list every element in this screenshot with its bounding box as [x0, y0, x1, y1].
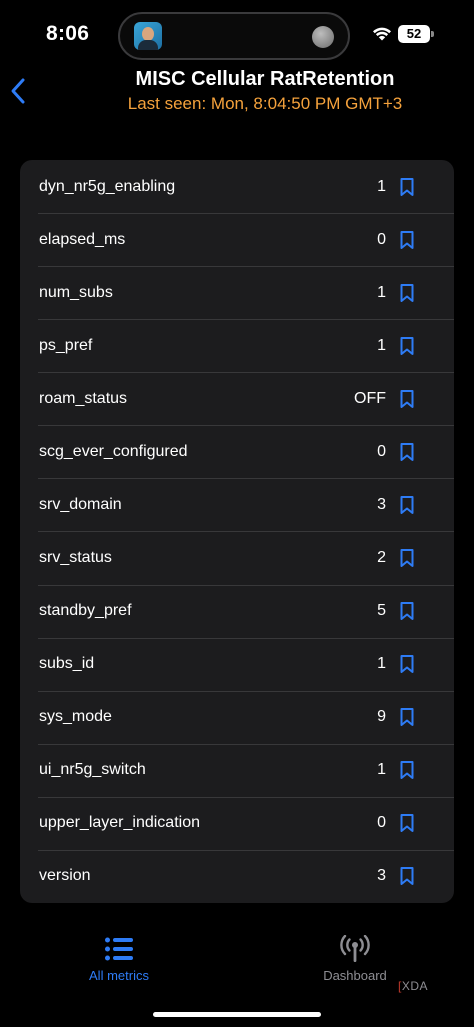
list-item[interactable]: roam_status OFF [20, 372, 454, 425]
homepod-icon [312, 26, 334, 48]
list-item[interactable]: ps_pref 1 [20, 319, 454, 372]
list-item[interactable]: srv_status 2 [20, 531, 454, 584]
bookmark-icon[interactable] [400, 389, 414, 408]
metric-value: 1 [377, 761, 386, 779]
battery-icon: 52 [398, 25, 430, 43]
metric-label: dyn_nr5g_enabling [39, 177, 176, 195]
metric-value: 1 [377, 177, 386, 195]
metric-value: 1 [377, 336, 386, 354]
list-item[interactable]: subs_id 1 [20, 637, 454, 691]
list-item[interactable]: dyn_nr5g_enabling 1 [20, 160, 454, 213]
list-item[interactable]: upper_layer_indication 0 [20, 796, 454, 850]
wifi-icon [373, 27, 391, 41]
bookmark-icon[interactable] [400, 708, 414, 727]
bookmark-icon[interactable] [400, 283, 414, 302]
metric-value: 3 [377, 867, 386, 885]
metric-value: 9 [377, 708, 386, 726]
metric-value: 0 [377, 814, 386, 832]
metric-value: 0 [377, 442, 386, 460]
bookmark-icon[interactable] [400, 177, 414, 196]
metric-value: 0 [377, 230, 386, 248]
xda-watermark: [XDA [398, 979, 428, 993]
tab-all-metrics[interactable]: All metrics [49, 935, 189, 983]
metric-value: 1 [377, 283, 386, 301]
metric-label: elapsed_ms [39, 230, 126, 248]
avatar [134, 22, 162, 50]
bookmark-icon[interactable] [400, 548, 414, 567]
list-item[interactable]: standby_pref 5 [20, 584, 454, 638]
metric-value: OFF [354, 389, 386, 407]
metric-label: num_subs [39, 283, 113, 301]
metric-label: subs_id [39, 655, 95, 673]
list-item[interactable]: num_subs 1 [20, 266, 454, 319]
antenna-icon [340, 935, 370, 962]
metric-label: scg_ever_configured [39, 442, 188, 460]
metric-label: version [39, 867, 91, 885]
dynamic-island[interactable] [118, 12, 350, 60]
last-seen-subtitle: Last seen: Mon, 8:04:50 PM GMT+3 [127, 94, 403, 113]
bookmark-icon[interactable] [400, 867, 414, 886]
tab-all-metrics-label: All metrics [89, 968, 149, 983]
metric-label: srv_status [39, 548, 112, 566]
bookmark-icon[interactable] [400, 761, 414, 780]
metric-label: standby_pref [39, 602, 132, 620]
metric-label: sys_mode [39, 708, 112, 726]
status-time: 8:06 [46, 22, 90, 45]
metric-label: ui_nr5g_switch [39, 761, 146, 779]
bookmark-icon[interactable] [400, 442, 414, 461]
list-item[interactable]: srv_domain 3 [20, 478, 454, 531]
watermark-text: XDA [401, 979, 429, 993]
page-title: MISC Cellular RatRetention [135, 68, 395, 90]
bookmark-icon[interactable] [400, 230, 414, 249]
list-item[interactable]: elapsed_ms 0 [20, 213, 454, 266]
metric-label: upper_layer_indication [39, 814, 200, 832]
bookmark-icon[interactable] [400, 336, 414, 355]
metrics-list: dyn_nr5g_enabling 1 elapsed_ms 0 num_sub… [20, 160, 454, 903]
metric-value: 5 [377, 602, 386, 620]
home-indicator[interactable] [153, 1012, 321, 1017]
list-item[interactable]: sys_mode 9 [20, 690, 454, 744]
metric-label: ps_pref [39, 336, 93, 354]
tab-dashboard[interactable]: Dashboard [285, 935, 425, 983]
metric-value: 2 [377, 548, 386, 566]
metric-value: 3 [377, 495, 386, 513]
bookmark-icon[interactable] [400, 814, 414, 833]
bookmark-icon[interactable] [400, 495, 414, 514]
metric-label: srv_domain [39, 495, 122, 513]
chevron-left-icon[interactable] [8, 74, 32, 108]
list-icon [105, 937, 133, 961]
metric-label: roam_status [39, 389, 128, 407]
metric-value: 1 [377, 655, 386, 673]
bookmark-icon[interactable] [400, 602, 414, 621]
status-bar: 8:06 52 [0, 0, 474, 70]
battery-tip [431, 31, 434, 37]
list-item[interactable]: ui_nr5g_switch 1 [20, 743, 454, 797]
list-item[interactable]: scg_ever_configured 0 [20, 425, 454, 478]
list-item[interactable]: version 3 [20, 849, 454, 903]
bookmark-icon[interactable] [400, 655, 414, 674]
